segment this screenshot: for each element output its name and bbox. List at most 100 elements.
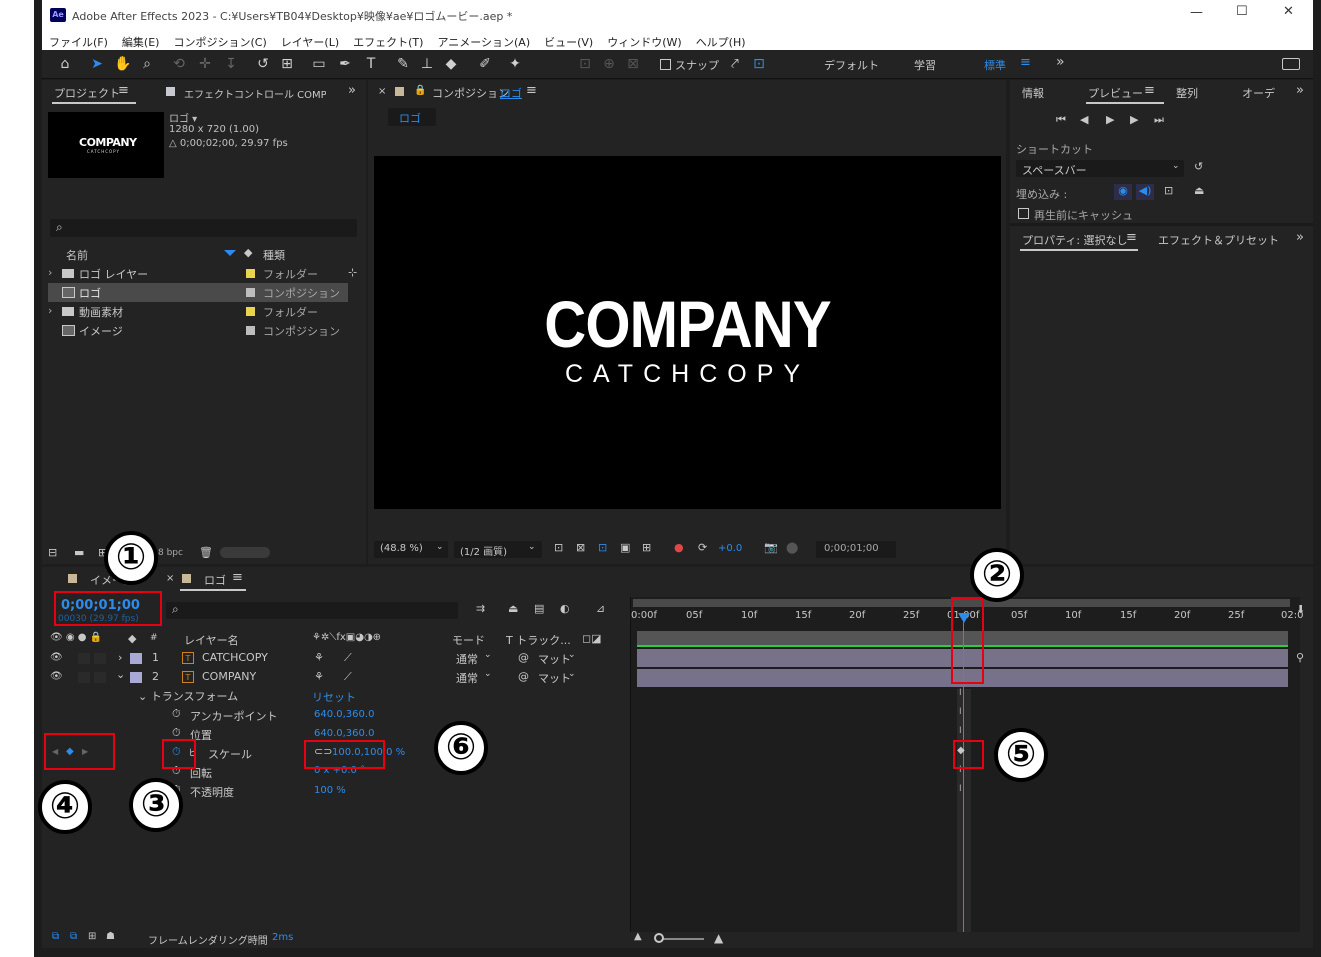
workspace-learn[interactable]: 学習 bbox=[914, 57, 936, 73]
tab-audio[interactable]: オーデ bbox=[1242, 85, 1275, 101]
prop-value[interactable]: 640.0,360.0 bbox=[314, 709, 374, 720]
snapshot-camera-icon[interactable]: 📷 bbox=[764, 541, 778, 554]
menu-effect[interactable]: エフェクト(T) bbox=[353, 36, 423, 49]
project-item-row[interactable]: ロゴ コンポジション bbox=[48, 283, 348, 302]
exposure-value[interactable]: +0.0 bbox=[718, 543, 742, 554]
zoom-in-icon[interactable]: ▲ bbox=[714, 931, 723, 945]
project-scroll-bar[interactable] bbox=[220, 547, 270, 558]
hand-tool-icon[interactable]: ✋ bbox=[114, 55, 132, 73]
prop-value[interactable]: 640.0,360.0 bbox=[314, 728, 374, 739]
keyframe-marker[interactable]: I bbox=[959, 707, 962, 717]
pan-behind-tool-icon[interactable]: ⊞ bbox=[278, 55, 296, 73]
column-header-layer-name[interactable]: レイヤー名 bbox=[184, 632, 239, 648]
keyframe-marker[interactable]: I bbox=[959, 688, 962, 698]
resolution-dropdown[interactable]: (1/2 画質) ⌄ bbox=[454, 541, 542, 558]
export-icon[interactable]: ⏏ bbox=[1194, 184, 1204, 197]
comp-tab-label[interactable]: コンポジション bbox=[432, 85, 509, 101]
stopwatch-icon[interactable]: ⏱ bbox=[172, 707, 181, 721]
keyframe-marker[interactable]: I bbox=[959, 726, 962, 736]
transparency-grid-icon[interactable]: ⊠ bbox=[576, 541, 585, 554]
timeline-menu-icon[interactable]: ≡ bbox=[232, 570, 243, 585]
flowchart-icon[interactable]: ⊹ bbox=[348, 266, 357, 279]
fast-previews-icon[interactable]: ⊡ bbox=[554, 541, 563, 554]
motion-blur-icon[interactable]: ◐ bbox=[560, 602, 570, 615]
stopwatch-icon[interactable]: ⏱ bbox=[172, 726, 181, 740]
pan-tool-icon[interactable]: ✛ bbox=[196, 55, 214, 73]
tab-align[interactable]: 整列 bbox=[1176, 85, 1198, 101]
axis-view-icon[interactable]: ⊠ bbox=[624, 55, 642, 73]
column-header-mode[interactable]: モード bbox=[452, 632, 485, 648]
play-icon[interactable]: ▶ bbox=[1106, 113, 1114, 126]
right-more-button[interactable]: » bbox=[1296, 230, 1304, 245]
project-menu-icon[interactable]: ≡ bbox=[118, 83, 129, 98]
transform-reset-link[interactable]: リセット bbox=[312, 689, 356, 705]
menu-composition[interactable]: コンポジション(C) bbox=[173, 36, 266, 49]
first-frame-icon[interactable]: ⏮ bbox=[1056, 113, 1066, 127]
zoom-dropdown[interactable]: (48.8 %) ⌄ bbox=[374, 541, 448, 558]
mode-dropdown[interactable]: 通常 bbox=[456, 670, 478, 686]
snap-frame-icon[interactable]: ⊡ bbox=[750, 55, 768, 73]
keyframe-marker[interactable]: I bbox=[959, 784, 962, 794]
tab-preview[interactable]: プレビュー bbox=[1088, 85, 1143, 101]
pin-icon[interactable]: ⚲ bbox=[1296, 651, 1304, 664]
workspace-standard[interactable]: 標準 bbox=[984, 57, 1006, 73]
shortcut-dropdown[interactable]: スペースバー ⌄ bbox=[1016, 160, 1184, 177]
quality-switch-icon[interactable]: ⟋ bbox=[344, 670, 352, 684]
composition-mini-flowchart-icon[interactable]: ⇉ bbox=[476, 602, 485, 615]
comp-sub-tab[interactable]: ロゴ bbox=[388, 108, 436, 126]
bpc-label[interactable]: 8 bpc bbox=[158, 548, 183, 558]
project-item-row[interactable]: › ロゴ レイヤー フォルダー bbox=[42, 264, 342, 283]
new-folder-icon[interactable]: ▬ bbox=[74, 546, 84, 559]
workspace-more-button[interactable]: » bbox=[1056, 54, 1065, 70]
region-of-interest-icon[interactable]: ▣ bbox=[620, 541, 630, 554]
track-matte-icon[interactable]: @ bbox=[518, 651, 529, 664]
track-matte-icon[interactable]: @ bbox=[518, 670, 529, 683]
clone-stamp-tool-icon[interactable]: ⊥ bbox=[418, 55, 436, 73]
tab-close-icon[interactable]: × bbox=[166, 573, 174, 584]
rotate-tool-icon[interactable]: ↺ bbox=[254, 55, 272, 73]
eye-icon[interactable]: ◉ bbox=[1114, 184, 1132, 200]
tab-effect-controls[interactable]: エフェクトコントロール COMPANY bbox=[184, 86, 326, 101]
minimize-button[interactable]: — bbox=[1190, 5, 1203, 20]
mask-visibility-icon[interactable]: ⊡ bbox=[598, 541, 607, 554]
eraser-tool-icon[interactable]: ◆ bbox=[442, 55, 460, 73]
label-color-swatch[interactable] bbox=[130, 672, 142, 683]
cache-checkbox[interactable] bbox=[1018, 208, 1029, 219]
type-tool-icon[interactable]: T bbox=[362, 55, 380, 73]
audio-toggle[interactable] bbox=[78, 672, 90, 683]
snap-checkbox[interactable] bbox=[660, 59, 671, 70]
graph-editor-icon[interactable]: ⊿ bbox=[596, 602, 605, 615]
solo-toggle[interactable] bbox=[94, 672, 106, 683]
next-frame-icon[interactable]: ▶ bbox=[1130, 113, 1138, 126]
guides-icon[interactable]: ⊞ bbox=[642, 541, 651, 554]
tab-project[interactable]: プロジェクト bbox=[54, 85, 120, 101]
menu-animation[interactable]: アニメーション(A) bbox=[437, 36, 530, 49]
toggle-render-time-icon[interactable]: ☗ bbox=[106, 931, 115, 942]
menu-help[interactable]: ヘルプ(H) bbox=[696, 36, 746, 49]
workspace-menu-icon[interactable]: ≡ bbox=[1020, 55, 1031, 70]
right-more-button[interactable]: » bbox=[1296, 83, 1304, 98]
timeline-search-input[interactable]: ⌕ bbox=[166, 602, 458, 619]
layer-row[interactable]: 👁 › 1 T CATCHCOPY ⚘ ⟋ 通常 ⌄ @ マット ⌄ bbox=[42, 649, 628, 668]
dolly-tool-icon[interactable]: ↧ bbox=[222, 55, 240, 73]
layer-row[interactable]: 👁 ⌄ 2 T COMPANY ⚘ ⟋ 通常 ⌄ @ マット ⌄ bbox=[42, 668, 628, 687]
last-frame-icon[interactable]: ⏭ bbox=[1154, 113, 1164, 127]
overlay-icon[interactable]: ⊡ bbox=[1164, 184, 1173, 197]
prop-value[interactable]: 100 % bbox=[314, 785, 346, 796]
zoom-slider-handle[interactable] bbox=[654, 933, 664, 943]
toggle-in-out-icon[interactable]: ⊞ bbox=[88, 931, 96, 942]
comp-menu-icon[interactable]: ≡ bbox=[526, 83, 537, 98]
expand-chevron-icon[interactable]: › bbox=[48, 266, 52, 279]
tab-logo[interactable]: ロゴ bbox=[204, 572, 226, 588]
frame-blending-icon[interactable]: ▤ bbox=[534, 602, 544, 615]
matte-dropdown[interactable]: マット bbox=[538, 651, 571, 667]
solo-toggle[interactable] bbox=[94, 653, 106, 664]
tab-effects-presets[interactable]: エフェクト＆プリセット bbox=[1158, 232, 1279, 248]
column-header-track[interactable]: T トラック... bbox=[506, 632, 571, 648]
menu-view[interactable]: ビュー(V) bbox=[544, 36, 593, 49]
tab-properties[interactable]: プロパティ: 選択なし bbox=[1022, 232, 1128, 248]
zoom-out-icon[interactable]: ▲ bbox=[634, 931, 642, 942]
column-header-name[interactable]: 名前 bbox=[66, 247, 88, 263]
puppet-tool-icon[interactable]: ✦ bbox=[506, 55, 524, 73]
expand-chevron-icon[interactable]: › bbox=[48, 304, 52, 317]
